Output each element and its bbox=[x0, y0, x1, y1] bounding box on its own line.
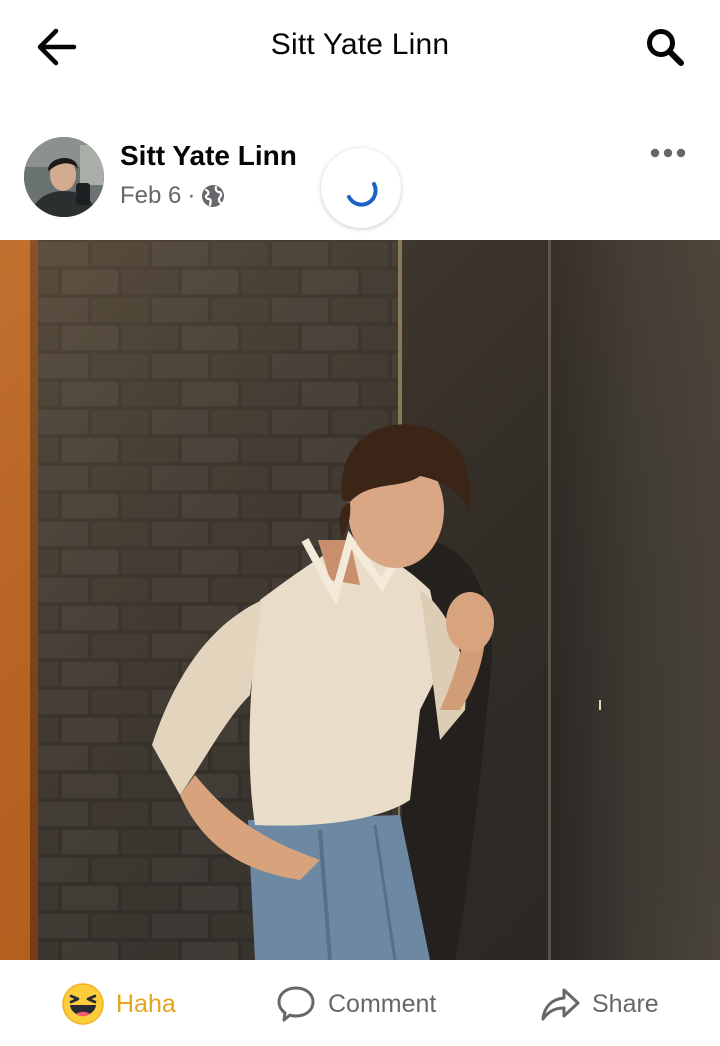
globe-icon bbox=[202, 185, 225, 207]
avatar[interactable] bbox=[24, 137, 104, 217]
author-name[interactable]: Sitt Yate Linn bbox=[120, 140, 297, 172]
share-button[interactable]: Share bbox=[540, 974, 659, 1034]
share-label: Share bbox=[592, 989, 659, 1018]
meta-separator: · bbox=[187, 182, 196, 209]
haha-emoji-icon bbox=[62, 983, 104, 1025]
top-bar: Sitt Yate Linn bbox=[0, 0, 720, 96]
spinner-icon bbox=[347, 182, 378, 207]
back-button[interactable] bbox=[30, 24, 82, 70]
share-arrow-icon bbox=[541, 988, 580, 1021]
more-horizontal-icon bbox=[650, 148, 686, 158]
post-action-bar: Haha Comment Share bbox=[0, 962, 720, 1046]
more-options-button[interactable] bbox=[648, 140, 688, 166]
post-date[interactable]: Feb 6 bbox=[120, 182, 181, 210]
avatar-photo bbox=[24, 137, 104, 217]
page-title: Sitt Yate Linn bbox=[270, 28, 450, 61]
loading-indicator bbox=[321, 148, 401, 228]
post-photo[interactable] bbox=[0, 240, 720, 960]
arrow-left-icon bbox=[37, 28, 77, 66]
reaction-label: Haha bbox=[116, 989, 176, 1018]
speech-bubble-icon bbox=[277, 986, 315, 1022]
post-header: Sitt Yate Linn Feb 6 · bbox=[0, 124, 720, 236]
reaction-button[interactable]: Haha bbox=[62, 974, 176, 1034]
post-photo-image bbox=[0, 240, 720, 960]
comment-label: Comment bbox=[328, 989, 437, 1018]
post-meta: Feb 6 · bbox=[120, 182, 225, 210]
comment-button[interactable]: Comment bbox=[276, 974, 436, 1034]
search-button[interactable] bbox=[640, 24, 690, 70]
search-icon bbox=[647, 29, 684, 66]
